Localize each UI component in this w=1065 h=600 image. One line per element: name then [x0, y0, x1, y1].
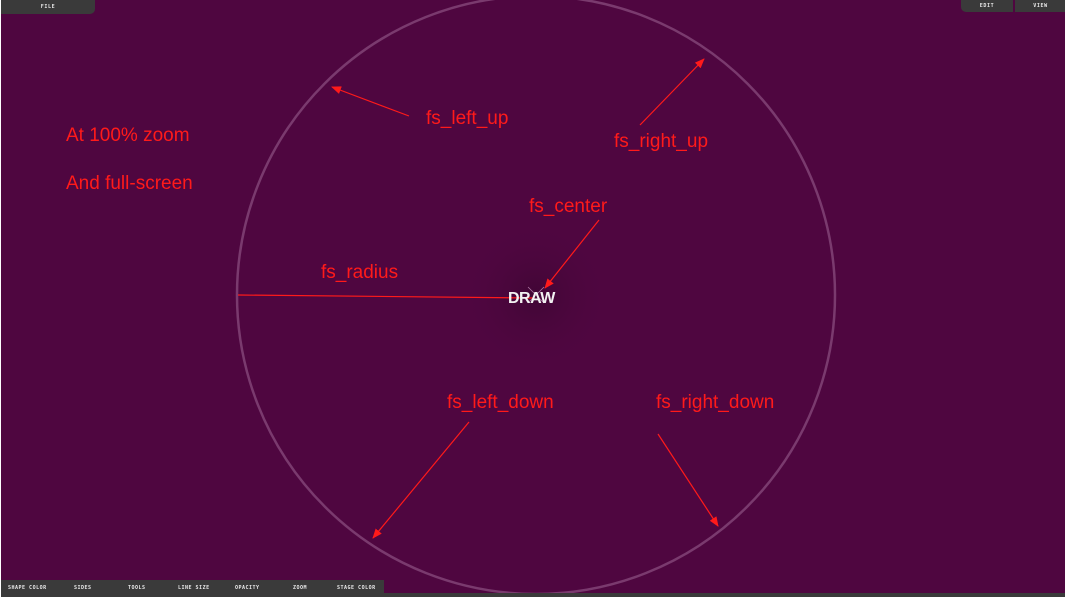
label-right-up: fs_right_up [614, 131, 709, 152]
bottom-toolbar: SHAPE COLOR SIDES TOOLS LINE SIZE OPACIT… [1, 580, 384, 597]
file-menu-tab[interactable]: FILE [1, 0, 95, 14]
label-left-up: fs_left_up [426, 108, 509, 129]
view-menu-tab[interactable]: VIEW [1015, 0, 1065, 12]
line-size-button[interactable]: LINE SIZE [178, 585, 210, 591]
arrow-left-up [331, 86, 410, 117]
draw-logo: DRAW [508, 290, 555, 307]
label-radius: fs_radius [321, 262, 399, 283]
arrow-right-down [657, 433, 719, 527]
tools-button[interactable]: TOOLS [128, 585, 146, 591]
sides-button[interactable]: SIDES [74, 585, 92, 591]
opacity-button[interactable]: OPACITY [235, 585, 260, 591]
drawing-stage[interactable]: DRAW At 100% zoom And full-screen fs_lef… [0, 0, 1065, 600]
fullscreen-note: And full-screen [66, 173, 193, 194]
shape-color-button[interactable]: SHAPE COLOR [8, 585, 47, 591]
arrow-right-up [639, 58, 705, 126]
label-right-down: fs_right_down [656, 392, 775, 413]
label-center: fs_center [529, 196, 608, 217]
edit-menu-tab[interactable]: EDIT [961, 0, 1013, 12]
stage-color-button[interactable]: STAGE COLOR [337, 585, 376, 591]
zoom-button[interactable]: ZOOM [293, 585, 307, 591]
arrow-left-down [372, 421, 470, 539]
label-left-down: fs_left_down [447, 392, 554, 413]
zoom-note: At 100% zoom [66, 125, 190, 146]
